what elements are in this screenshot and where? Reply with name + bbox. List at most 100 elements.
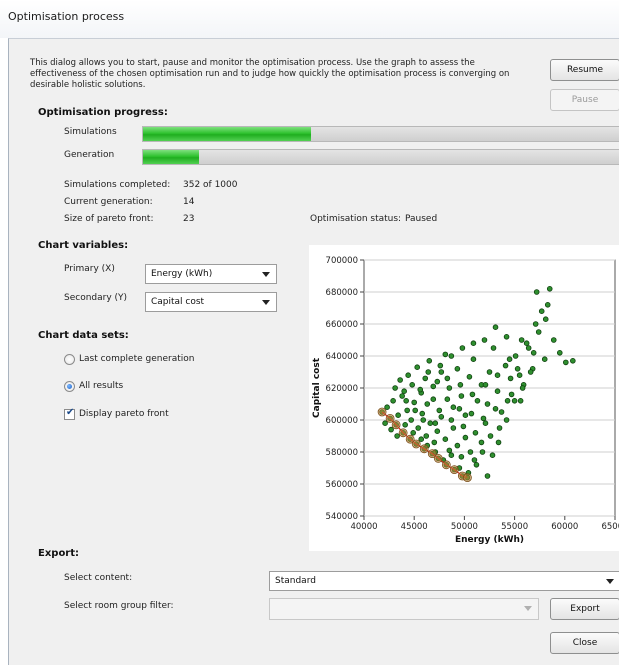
data-point [410, 430, 416, 436]
data-point [527, 369, 534, 375]
primary-axis-select[interactable]: Energy (kWh) [145, 264, 277, 284]
data-point [430, 383, 437, 390]
last-generation-label[interactable]: Last complete generation [79, 354, 194, 364]
data-point [427, 420, 434, 427]
data-point [382, 420, 388, 427]
data-point [450, 425, 457, 431]
data-point [495, 439, 502, 446]
optimisation-progress-heading: Optimisation progress: [38, 107, 168, 118]
data-point [438, 369, 445, 375]
data-point [544, 301, 551, 308]
pareto-size-value: 23 [183, 214, 195, 224]
pareto-point [433, 453, 443, 463]
chevron-down-icon [262, 300, 270, 305]
data-point [489, 452, 496, 459]
status-label: Optimisation status: [310, 214, 402, 224]
data-point [459, 345, 466, 351]
pause-button[interactable]: Pause [550, 89, 619, 111]
data-point [405, 372, 411, 378]
current-generation-value: 14 [183, 197, 195, 207]
data-point [466, 374, 473, 380]
data-point [503, 334, 510, 340]
data-point [442, 351, 449, 358]
simulations-completed-value: 352 of 1000 [183, 180, 238, 190]
data-point [395, 412, 401, 419]
data-point [502, 362, 509, 369]
select-content-label: Select content: [64, 573, 133, 583]
x-tick-label: 55000 [501, 522, 528, 532]
data-point [418, 436, 425, 443]
data-point [470, 356, 477, 362]
scatter-plot: 540000 560000 580000 600000 620000 640000 6600… [312, 256, 619, 545]
generation-progress-label: Generation [64, 150, 115, 160]
data-point [550, 337, 557, 343]
data-point [414, 364, 421, 370]
data-point [460, 423, 467, 430]
data-point [467, 449, 474, 455]
data-point [408, 417, 414, 423]
last-generation-radio[interactable] [64, 354, 75, 365]
data-point [472, 430, 479, 436]
primary-axis-value: Energy (kWh) [151, 269, 213, 279]
display-pareto-label[interactable]: Display pareto front [79, 409, 169, 419]
data-point [420, 417, 427, 423]
data-point [533, 289, 540, 295]
resume-button[interactable]: Resume [550, 59, 619, 81]
data-point [444, 396, 451, 403]
data-point [511, 398, 518, 404]
close-button[interactable]: Close [550, 632, 619, 654]
all-results-label[interactable]: All results [79, 381, 123, 391]
x-tick-label: 40000 [350, 522, 377, 532]
data-point [517, 398, 524, 404]
pareto-point [411, 439, 421, 449]
data-point [434, 378, 441, 385]
data-point [507, 375, 514, 382]
checkmark-icon: ✔ [66, 407, 75, 418]
data-point [486, 369, 493, 375]
simulations-progress-bar [142, 126, 619, 142]
data-point [397, 377, 403, 383]
data-point [419, 410, 426, 417]
data-point [471, 457, 478, 463]
all-results-radio[interactable] [64, 381, 75, 392]
pareto-point [398, 428, 408, 438]
data-point [402, 422, 408, 428]
export-content-select[interactable]: Standard [269, 571, 619, 591]
data-point [506, 356, 513, 362]
generation-progress-fill [143, 150, 200, 164]
y-tick-label: 560000 [326, 480, 358, 490]
pareto-point [377, 407, 387, 417]
pareto-size-label: Size of pareto front: [64, 214, 154, 224]
y-tick-label: 660000 [326, 320, 358, 330]
data-point [570, 358, 576, 364]
data-point [530, 350, 537, 356]
data-point [473, 462, 480, 468]
chart-variables-heading: Chart variables: [38, 240, 129, 251]
chart-datasets-heading: Chart data sets: [38, 330, 129, 341]
data-point [514, 366, 521, 372]
y-tick-label: 580000 [326, 448, 358, 458]
data-point [484, 473, 491, 479]
data-point [392, 385, 398, 391]
x-tick-label: 45000 [401, 522, 428, 532]
data-point [479, 449, 486, 455]
generation-progress-bar [142, 149, 619, 165]
data-point [399, 393, 405, 399]
display-pareto-checkbox[interactable]: ✔ [64, 407, 75, 420]
status-value: Paused [405, 214, 438, 224]
room-group-filter-select[interactable] [269, 598, 539, 620]
data-point [484, 401, 491, 407]
room-group-filter-label: Select room group filter: [64, 601, 174, 611]
data-point [482, 382, 489, 388]
data-point [446, 447, 453, 454]
data-point [481, 337, 488, 343]
export-button[interactable]: Export [550, 598, 619, 620]
secondary-axis-value: Capital cost [151, 297, 205, 307]
intro-text: This dialog allows you to start, pause a… [30, 58, 510, 90]
export-content-value: Standard [275, 576, 316, 586]
secondary-axis-select[interactable]: Capital cost [145, 292, 277, 312]
data-point [457, 382, 464, 388]
data-point [498, 409, 505, 415]
data-point [425, 369, 432, 375]
data-point [556, 350, 563, 356]
